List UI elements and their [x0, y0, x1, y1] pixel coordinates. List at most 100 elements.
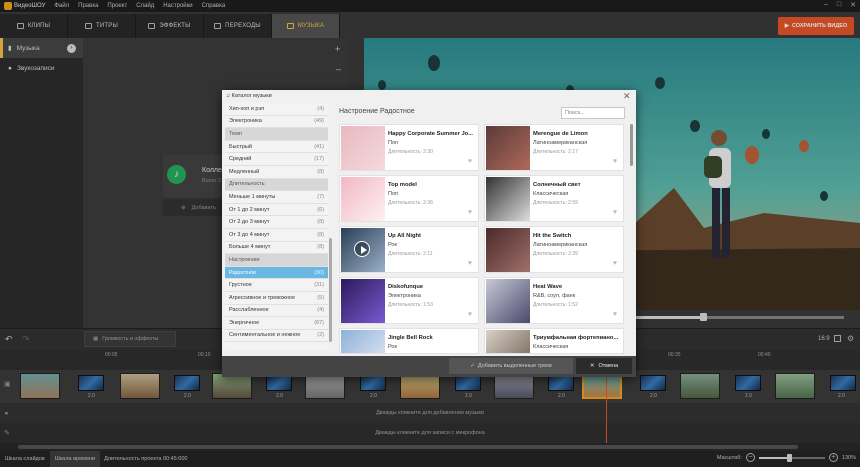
category-item[interactable]: Быстрый (41): [225, 141, 328, 154]
category-item[interactable]: Хип-хоп и рэп (4): [225, 103, 328, 116]
close-x-icon: ✕: [589, 363, 595, 369]
track-duration: Длительность: 2:36: [388, 200, 433, 206]
category-header: Настроение: [225, 254, 328, 267]
category-item[interactable]: Сентиментальное и нежное (2): [225, 330, 328, 343]
category-count: (5): [317, 294, 324, 301]
category-label: Радостное: [229, 269, 257, 276]
heart-icon[interactable]: ♥: [613, 260, 617, 267]
category-item[interactable]: Энергичное (87): [225, 317, 328, 330]
track-name: Heat Wave: [533, 284, 563, 290]
heart-icon[interactable]: ♥: [613, 311, 617, 318]
category-label: Грустное: [229, 282, 252, 289]
category-count: (8): [317, 219, 324, 226]
search-input[interactable]: Поиск...: [561, 107, 625, 119]
category-label: Хип-хоп и рэп: [229, 105, 265, 112]
category-item[interactable]: Медленный (8): [225, 166, 328, 179]
category-label: Медленный: [229, 168, 260, 175]
category-label: От 1 до 2 минут: [229, 206, 270, 213]
track-duration: Длительность: 2:11: [388, 251, 433, 257]
track-thumbnail: [486, 228, 530, 272]
track-name: Солнечный свет: [533, 182, 581, 188]
dialog-footer: [222, 356, 636, 377]
track-genre: Электроника: [388, 293, 421, 299]
track-name: Триумфальная фортепиано...: [533, 335, 619, 341]
category-count: (31): [314, 282, 324, 289]
track-thumbnail: [486, 177, 530, 221]
category-item[interactable]: Грустное (31): [225, 279, 328, 292]
category-label: Длительность: [229, 181, 265, 188]
track-thumbnail: [341, 330, 385, 353]
category-item[interactable]: Расслабленное (4): [225, 305, 328, 318]
category-count: (87): [314, 319, 324, 326]
track-card[interactable]: Diskofunque Электроника Длительность: 1:53…: [339, 277, 479, 324]
track-card[interactable]: Hit the Switch Латиноамериканская Длительн…: [484, 226, 624, 273]
heart-icon[interactable]: ♥: [468, 158, 472, 165]
track-thumbnail: [341, 177, 385, 221]
category-count: (4): [317, 307, 324, 314]
add-selected-tracks-button[interactable]: ✓ Добавить выделенные треки: [449, 358, 573, 374]
heart-icon[interactable]: ♥: [468, 209, 472, 216]
track-genre: Рок: [388, 344, 397, 350]
category-count: (6): [317, 206, 324, 213]
track-card[interactable]: Top model Поп Длительность: 2:36 ♥: [339, 175, 479, 222]
track-genre: Латиноамериканская: [533, 140, 588, 146]
dialog-title: ♫ Каталог музыки: [226, 93, 272, 99]
track-genre: Классическая: [533, 191, 569, 197]
category-header: Длительность: [225, 178, 328, 192]
category-label: Темп: [229, 130, 242, 137]
category-label: Энергичное: [229, 319, 260, 326]
track-card[interactable]: Heat Wave R&B, соул, фанк Длительность: 1:…: [484, 277, 624, 324]
category-item[interactable]: От 3 до 4 минут (8): [225, 229, 328, 242]
track-card[interactable]: Jingle Bell Rock Рок: [339, 328, 479, 354]
category-label: Настроение: [229, 256, 260, 263]
category-label: От 2 до 3 минут: [229, 219, 270, 226]
category-label: Быстрый: [229, 143, 252, 150]
track-genre: Латиноамериканская: [533, 242, 588, 248]
category-item[interactable]: От 1 до 2 минут (6): [225, 204, 328, 217]
cancel-button[interactable]: ✕ Отмена: [576, 358, 632, 374]
category-label: От 3 до 4 минут: [229, 231, 270, 238]
heart-icon[interactable]: ♥: [613, 158, 617, 165]
category-item[interactable]: Электроника (49): [225, 116, 328, 129]
track-duration: Длительность: 2:30: [388, 149, 433, 155]
track-card[interactable]: Солнечный свет Классическая Длительность: …: [484, 175, 624, 222]
category-count: (8): [317, 244, 324, 251]
track-duration: Длительность: 2:17: [533, 149, 578, 155]
track-card[interactable]: Триумфальная фортепиано... Классическая: [484, 328, 624, 354]
track-thumbnail: [486, 279, 530, 323]
track-name: Merengue de Limon: [533, 131, 588, 137]
track-genre: Поп: [388, 191, 398, 197]
track-genre: R&B, соул, фанк: [533, 293, 576, 299]
category-item[interactable]: Меньше 1 минуты (7): [225, 191, 328, 204]
app-window: ВидеоШОУ Файл Правка Проект Слайд Настро…: [0, 0, 860, 467]
track-card[interactable]: Happy Corporate Summer Jo... Поп Длительно…: [339, 124, 479, 171]
track-thumbnail: [486, 330, 530, 353]
track-duration: Длительность: 2:59: [533, 200, 578, 206]
track-thumbnail: [341, 279, 385, 323]
heart-icon[interactable]: ♥: [468, 311, 472, 318]
category-item[interactable]: От 2 до 3 минут (8): [225, 216, 328, 229]
category-scrollbar[interactable]: [329, 238, 332, 342]
track-name: Top model: [388, 182, 417, 188]
heart-icon[interactable]: ♥: [468, 260, 472, 267]
track-grid-scrollbar[interactable]: [630, 124, 633, 166]
track-card[interactable]: Merengue de Limon Латиноамериканская Длите…: [484, 124, 624, 171]
category-count: (4): [317, 105, 324, 112]
category-label: Сентиментальное и нежное: [229, 332, 301, 339]
play-icon[interactable]: [354, 241, 370, 257]
track-genre: Рок: [388, 242, 397, 248]
category-item[interactable]: Радостное (30): [225, 266, 328, 280]
category-label: Электроника: [229, 118, 262, 125]
category-item[interactable]: Агрессивное и тревожное (5): [225, 292, 328, 305]
track-card[interactable]: Up All Night Рок Длительность: 2:11 ♥: [339, 226, 479, 273]
check-icon: ✓: [470, 363, 475, 369]
category-item[interactable]: Больше 4 минут (8): [225, 242, 328, 255]
category-label: Расслабленное: [229, 307, 269, 314]
track-name: Happy Corporate Summer Jo...: [388, 131, 474, 137]
category-count: (17): [314, 156, 324, 163]
track-name: Jingle Bell Rock: [388, 335, 433, 341]
heart-icon[interactable]: ♥: [613, 209, 617, 216]
dialog-close-icon[interactable]: ✕: [623, 91, 631, 102]
category-item[interactable]: Средний (17): [225, 153, 328, 166]
track-name: Diskofunque: [388, 284, 424, 290]
